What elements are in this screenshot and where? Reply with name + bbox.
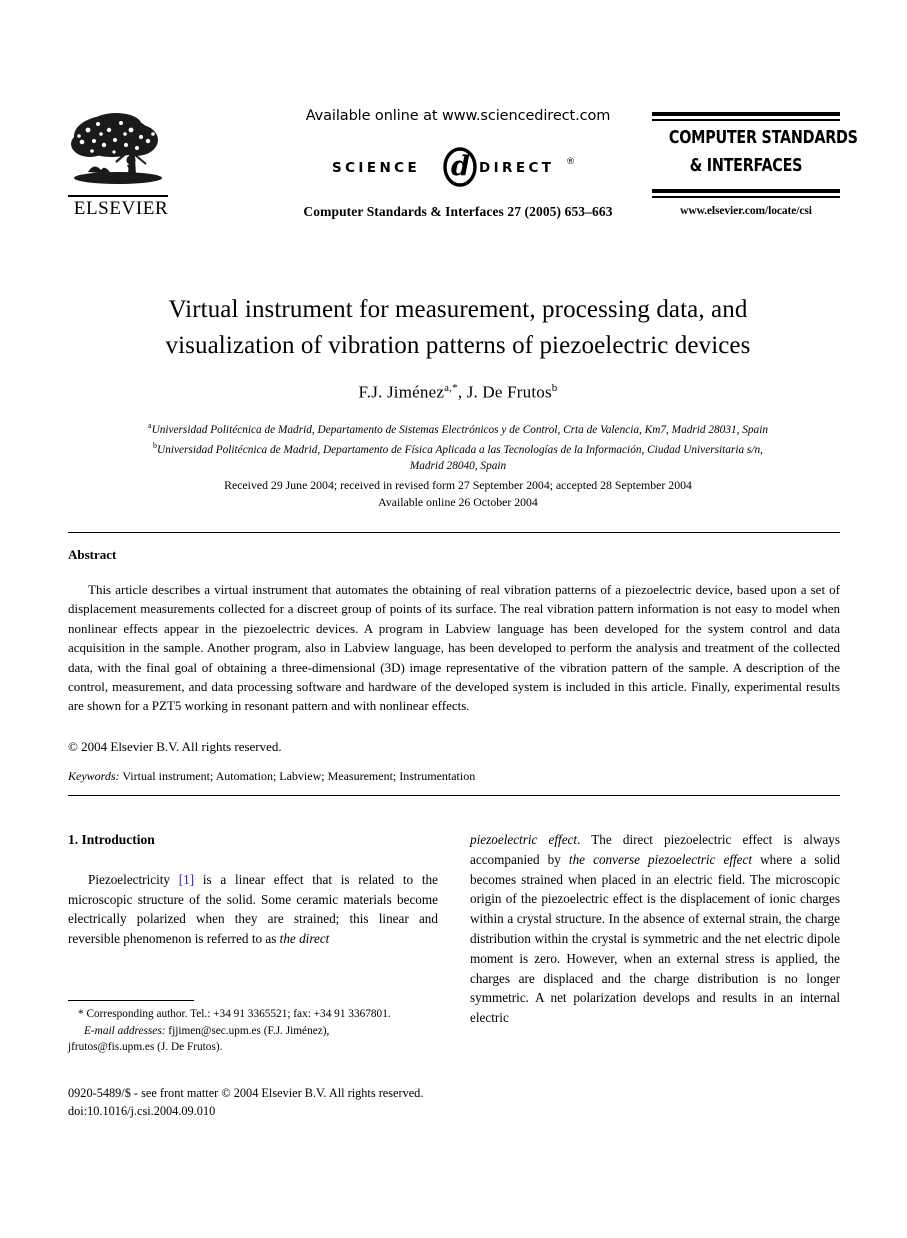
intro-paragraph-right: piezoelectric effect. The direct piezoel…	[470, 830, 840, 1028]
affiliation-a-text: Universidad Politécnica de Madrid, Depar…	[151, 423, 768, 436]
journal-logo: COMPUTER STANDARDS & INTERFACES www.else…	[652, 112, 858, 217]
abstract-top-divider	[68, 532, 840, 533]
footnote-divider	[68, 1000, 194, 1001]
intro-right-text-2: where a solid becomes strained when plac…	[470, 851, 840, 1026]
sciencedirect-block: Available online at www.sciencedirect.co…	[248, 108, 668, 220]
intro-italic-head-right: piezoelectric effect	[470, 832, 578, 847]
paper-page: ELSEVIER Available online at www.science…	[0, 0, 907, 1238]
corresponding-author-note: * Corresponding author. Tel.: +34 91 336…	[68, 1006, 438, 1023]
svg-text:®: ®	[566, 157, 575, 167]
elsevier-tree-icon	[71, 113, 162, 184]
intro-italic-tail: the direct	[279, 931, 330, 947]
keywords: Keywords: Virtual instrument; Automation…	[68, 768, 840, 785]
intro-paragraph-left: Piezoelectricity [1] is a linear effect …	[68, 870, 438, 949]
email-addresses-note: E-mail addresses: fjjimen@sec.upm.es (F.…	[68, 1023, 438, 1040]
publication-dates: Received 29 June 2004; received in revis…	[72, 477, 844, 511]
abstract-copyright: © 2004 Elsevier B.V. All rights reserved…	[68, 739, 282, 754]
section-heading-introduction: 1. Introduction	[68, 832, 155, 847]
author-affiliation-marker-2: b	[551, 382, 558, 394]
copyright-footer: 0920-5489/$ - see front matter © 2004 El…	[68, 1085, 498, 1120]
author-name-2: J. De Frutos	[466, 382, 552, 402]
keywords-value: Virtual instrument; Automation; Labview;…	[119, 769, 476, 783]
author-name-1: F.J. Jiménez	[358, 382, 445, 402]
affiliations: aUniversidad Politécnica de Madrid, Depa…	[72, 418, 844, 474]
journal-logo-line1: COMPUTER STANDARDS	[668, 128, 858, 148]
abstract-body: This article describes a virtual instrum…	[68, 582, 840, 714]
elsevier-wordmark: ELSEVIER	[73, 198, 169, 219]
journal-citation: Computer Standards & Interfaces 27 (2005…	[303, 204, 613, 219]
svg-text:DIRECT: DIRECT	[479, 160, 554, 176]
column-right: piezoelectric effect. The direct piezoel…	[470, 830, 840, 1028]
journal-logo-rule-top-thin	[652, 119, 840, 121]
intro-italic-converse: the converse piezoelectric effect	[568, 851, 753, 867]
email-address-2[interactable]: jfrutos@fis.upm.es (J. De Frutos).	[68, 1041, 222, 1053]
author-affiliation-marker-1: a,*	[444, 382, 458, 394]
paper-title-line2: visualization of vibration patterns of p…	[165, 332, 751, 359]
svg-text:SCIENCE: SCIENCE	[332, 160, 420, 176]
journal-logo-rule-bottom-thick	[652, 189, 840, 193]
citation-link-1[interactable]: [1]	[179, 872, 194, 887]
title-block: Virtual instrument for measurement, proc…	[78, 292, 838, 403]
elsevier-logo-rule	[68, 195, 168, 197]
author-list: F.J. Jiméneza,*, J. De Frutosb	[78, 382, 838, 403]
available-online-date: Available online 26 October 2004	[378, 495, 538, 509]
footnote-block: * Corresponding author. Tel.: +34 91 336…	[68, 1006, 438, 1056]
svg-text:d: d	[451, 151, 470, 182]
affiliation-a: aUniversidad Politécnica de Madrid, Depa…	[72, 418, 844, 438]
affiliation-b: bUniversidad Politécnica de Madrid, Depa…	[72, 438, 844, 458]
page-title: Virtual instrument for measurement, proc…	[78, 292, 838, 364]
masthead: ELSEVIER Available online at www.science…	[68, 108, 858, 244]
email-addresses-label: E-mail addresses:	[84, 1024, 166, 1037]
sciencedirect-logo: SCIENCE d DIRECT ®	[248, 144, 668, 188]
received-dates: Received 29 June 2004; received in revis…	[224, 478, 692, 492]
issn-front-matter: 0920-5489/$ - see front matter © 2004 El…	[68, 1086, 424, 1100]
keywords-bottom-divider	[68, 795, 840, 796]
affiliation-b-line2: Madrid 28040, Spain	[409, 459, 507, 472]
journal-logo-rule-bottom-thin	[652, 196, 840, 198]
journal-logo-line2: & INTERFACES	[689, 156, 803, 176]
affiliation-b-text-line1: Universidad Politécnica de Madrid, Depar…	[157, 443, 763, 456]
paper-title-line1: Virtual instrument for measurement, proc…	[168, 296, 748, 323]
keywords-label: Keywords:	[68, 769, 120, 783]
abstract-heading: Abstract	[68, 547, 117, 562]
author-separator: ,	[457, 382, 467, 402]
doi-line[interactable]: doi:10.1016/j.csi.2004.09.010	[68, 1103, 498, 1121]
available-online-text: Available online at www.sciencedirect.co…	[305, 108, 611, 124]
column-left: 1. Introduction Piezoelectricity [1] is …	[68, 830, 438, 949]
email-address-2-line: jfrutos@fis.upm.es (J. De Frutos).	[68, 1039, 438, 1056]
journal-logo-rule-top-thick	[652, 112, 840, 116]
sciencedirect-logo-icon: SCIENCE d DIRECT ®	[332, 147, 575, 187]
elsevier-logo: ELSEVIER	[68, 110, 174, 219]
intro-text-before-citation: Piezoelectricity	[88, 871, 179, 887]
email-address-1[interactable]: fjjimen@sec.upm.es (F.J. Jiménez),	[165, 1025, 329, 1037]
corresponding-author-text: Corresponding author. Tel.: +34 91 33655…	[83, 1008, 391, 1020]
journal-url[interactable]: www.elsevier.com/locate/csi	[652, 205, 840, 217]
